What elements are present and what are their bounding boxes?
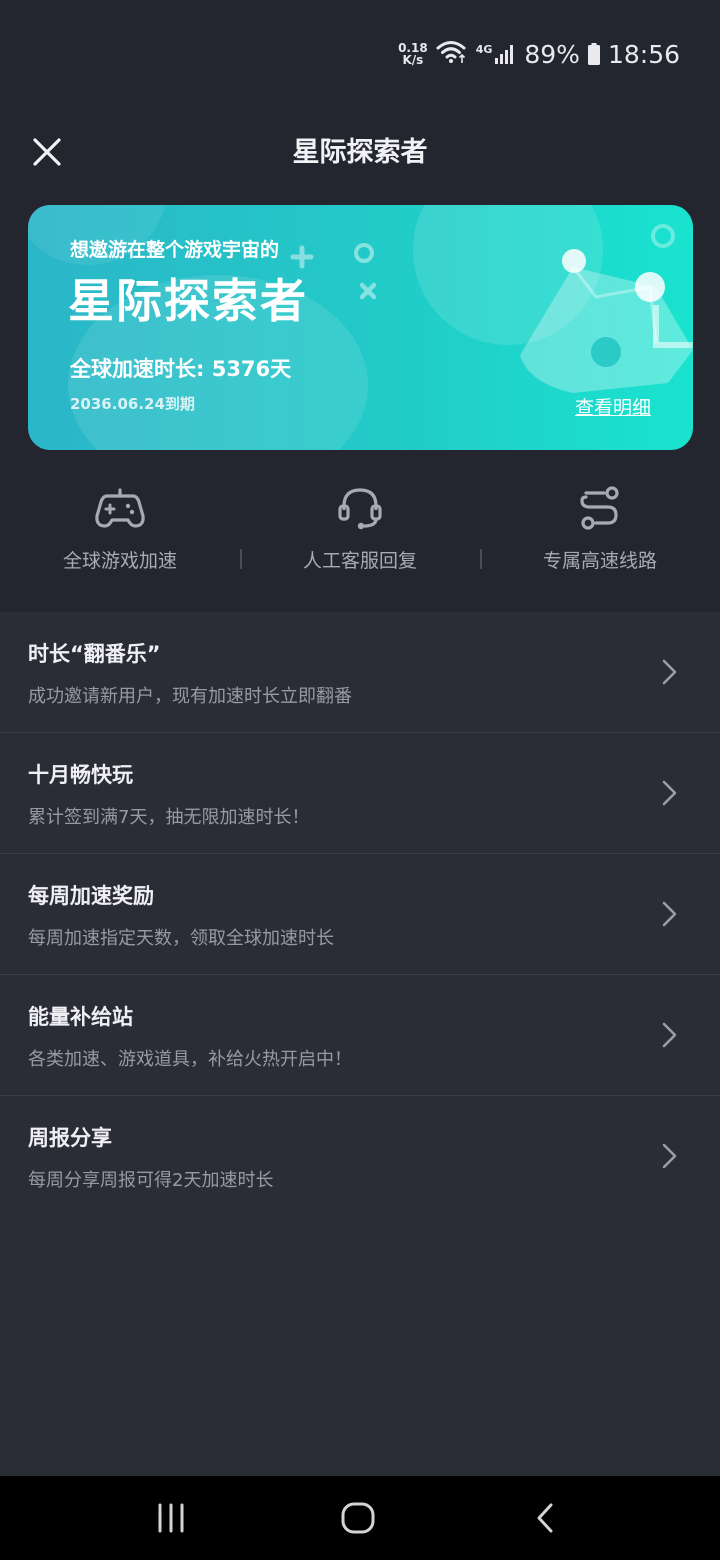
banner-title: 星际探索者 bbox=[68, 274, 308, 328]
network-speed-unit: K/s bbox=[402, 53, 424, 67]
feature-label: 人工客服回复 bbox=[302, 550, 417, 572]
back-button[interactable] bbox=[515, 1496, 575, 1540]
banner-subtitle: 想遨游在整个游戏宇宙的 bbox=[70, 239, 280, 261]
list-item-double-duration[interactable]: 时长“翻番乐” 成功邀请新用户，现有加速时长立即翻番 bbox=[0, 612, 720, 733]
list-item-title: 每周加速奖励 bbox=[28, 884, 154, 908]
list-item-description: 成功邀请新用户，现有加速时长立即翻番 bbox=[28, 686, 352, 707]
list-item-title: 周报分享 bbox=[28, 1126, 112, 1150]
expiry-date: 2036.06.24到期 bbox=[70, 395, 195, 413]
feature-global-game-acceleration: 全球游戏加速 bbox=[0, 470, 240, 590]
chevron-right-icon bbox=[662, 659, 677, 685]
chevron-right-icon bbox=[662, 901, 677, 927]
network-speed: 0.18 K/s bbox=[398, 42, 428, 66]
wifi-icon bbox=[436, 39, 468, 69]
activity-list: 时长“翻番乐” 成功邀请新用户，现有加速时长立即翻番 十月畅快玩 累计签到满7天… bbox=[0, 612, 720, 1476]
header: 星际探索者 bbox=[0, 112, 720, 192]
list-item-title: 时长“翻番乐” bbox=[28, 642, 161, 666]
recent-apps-icon bbox=[158, 1503, 184, 1533]
chevron-right-icon bbox=[662, 780, 677, 806]
list-item-october-play[interactable]: 十月畅快玩 累计签到满7天，抽无限加速时长！ bbox=[0, 733, 720, 854]
acceleration-duration: 全球加速时长: 5376天 bbox=[70, 357, 292, 381]
chevron-right-icon bbox=[662, 1022, 677, 1048]
page-title: 星际探索者 bbox=[292, 137, 428, 168]
feature-customer-service: 人工客服回复 bbox=[240, 470, 480, 590]
route-icon bbox=[572, 480, 628, 536]
status-indicators: 0.18 K/s 4G 89% 18:56 bbox=[398, 36, 680, 72]
status-bar: 0.18 K/s 4G 89% 18:56 bbox=[0, 0, 720, 100]
back-icon bbox=[537, 1503, 553, 1533]
list-item-weekly-reward[interactable]: 每周加速奖励 每周加速指定天数，领取全球加速时长 bbox=[0, 854, 720, 975]
list-item-title: 能量补给站 bbox=[28, 1005, 133, 1029]
cellular-signal-icon: 4G bbox=[476, 43, 517, 65]
screen: 0.18 K/s 4G 89% 18:56 星际探索者 想遨游在整个游戏宇宙的 … bbox=[0, 0, 720, 1560]
list-item-description: 累计签到满7天，抽无限加速时长！ bbox=[28, 807, 310, 828]
list-item-description: 各类加速、游戏道具，补给火热开启中！ bbox=[28, 1049, 352, 1070]
home-icon bbox=[341, 1502, 375, 1534]
gamepad-icon bbox=[92, 480, 148, 536]
list-item-weekly-report-share[interactable]: 周报分享 每周分享周报可得2天加速时长 bbox=[0, 1096, 720, 1216]
membership-banner: 想遨游在整个游戏宇宙的 星际探索者 全球加速时长: 5376天 2036.06.… bbox=[28, 205, 693, 450]
chevron-right-icon bbox=[662, 1143, 677, 1169]
home-button[interactable] bbox=[328, 1496, 388, 1540]
headset-icon bbox=[332, 480, 388, 536]
list-item-description: 每周加速指定天数，领取全球加速时长 bbox=[28, 928, 334, 949]
list-item-title: 十月畅快玩 bbox=[28, 763, 133, 787]
battery-percentage: 89% bbox=[524, 39, 580, 69]
network-type-label: 4G bbox=[475, 43, 493, 56]
status-time: 18:56 bbox=[607, 39, 680, 69]
view-details-link[interactable]: 查看明细 bbox=[575, 393, 651, 420]
feature-label: 专属高速线路 bbox=[542, 550, 657, 572]
battery-icon bbox=[587, 43, 600, 65]
feature-dedicated-line: 专属高速线路 bbox=[480, 470, 720, 590]
feature-row: 全球游戏加速 人工客服回复 专属高速线路 bbox=[0, 470, 720, 590]
feature-label: 全球游戏加速 bbox=[62, 550, 177, 572]
list-item-description: 每周分享周报可得2天加速时长 bbox=[28, 1170, 274, 1191]
list-item-energy-station[interactable]: 能量补给站 各类加速、游戏道具，补给火热开启中！ bbox=[0, 975, 720, 1096]
recent-apps-button[interactable] bbox=[141, 1496, 201, 1540]
system-navigation-bar bbox=[0, 1476, 720, 1560]
